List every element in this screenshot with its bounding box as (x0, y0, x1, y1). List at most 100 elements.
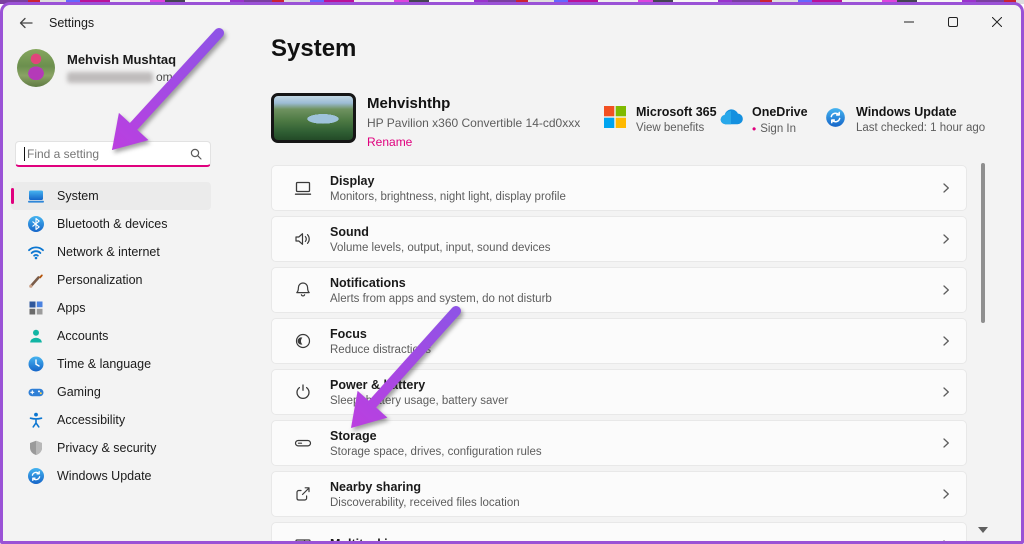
row-title: Focus (330, 326, 367, 341)
quick-link-subtitle: • Sign In (752, 122, 808, 136)
microsoft-logo-icon (603, 105, 627, 129)
row-notifications[interactable]: Notifications Alerts from apps and system… (271, 267, 967, 313)
maximize-button[interactable] (931, 5, 975, 39)
quick-link-subtitle: View benefits (636, 122, 705, 134)
search-icon (190, 148, 202, 160)
wifi-icon (27, 243, 45, 261)
quick-link-title: Windows Update (856, 105, 957, 119)
sidebar-item-label: Network & internet (57, 245, 160, 259)
back-arrow-icon (19, 17, 33, 29)
row-power-battery[interactable]: Power & battery Sleep, battery usage, bat… (271, 369, 967, 415)
bell-icon (292, 279, 314, 301)
row-subtitle: Alerts from apps and system, do not dist… (330, 292, 552, 305)
settings-window: Settings Mehvish Mushtaq om Find a setti… (0, 2, 1024, 544)
chevron-right-icon (940, 488, 952, 500)
row-subtitle: Volume levels, output, input, sound devi… (330, 241, 551, 254)
quick-link-title: Microsoft 365 (636, 105, 717, 119)
brush-icon (27, 271, 45, 289)
clock-icon (27, 355, 45, 373)
settings-list: Display Monitors, brightness, night light… (271, 165, 967, 541)
titlebar: Settings (3, 5, 1021, 41)
row-title: Nearby sharing (330, 479, 422, 494)
sidebar-item-label: Privacy & security (57, 441, 157, 455)
chevron-right-icon (940, 539, 952, 541)
windows-update-icon (27, 467, 45, 485)
sidebar-item-time-language[interactable]: Time & language (11, 350, 211, 378)
sidebar-item-label: Personalization (57, 273, 143, 287)
device-model: HP Pavilion x360 Convertible 14-cd0xxx (367, 116, 581, 130)
chevron-right-icon (940, 284, 952, 296)
sidebar-item-apps[interactable]: Apps (11, 294, 211, 322)
page-title: System (271, 35, 357, 62)
row-display[interactable]: Display Monitors, brightness, night light… (271, 165, 967, 211)
row-title: Storage (330, 428, 377, 443)
text-caret (24, 146, 25, 161)
row-focus[interactable]: Focus Reduce distractions (271, 318, 967, 364)
search-input[interactable]: Find a setting (15, 141, 211, 167)
sidebar-item-accessibility[interactable]: Accessibility (11, 406, 211, 434)
row-subtitle: Storage space, drives, configuration rul… (330, 445, 542, 458)
sidebar-item-privacy-security[interactable]: Privacy & security (11, 434, 211, 462)
shield-icon (27, 439, 45, 457)
chevron-right-icon (940, 386, 952, 398)
sign-in-label[interactable]: Sign In (760, 123, 796, 135)
sidebar-item-label: System (57, 189, 99, 203)
row-sound[interactable]: Sound Volume levels, output, input, sound… (271, 216, 967, 262)
chevron-right-icon (940, 182, 952, 194)
minimize-button[interactable] (887, 5, 931, 39)
sidebar-item-label: Gaming (57, 385, 101, 399)
sidebar: Mehvish Mushtaq om Find a setting System… (3, 41, 225, 541)
accessibility-person-icon (27, 411, 45, 429)
focus-icon (292, 330, 314, 352)
chevron-right-icon (940, 233, 952, 245)
back-button[interactable] (11, 11, 41, 35)
sidebar-item-label: Apps (57, 301, 86, 315)
sidebar-item-network-internet[interactable]: Network & internet (11, 238, 211, 266)
email-suffix: om (156, 70, 173, 84)
device-info: Mehvishthp HP Pavilion x360 Convertible … (367, 95, 580, 149)
bluetooth-icon (27, 215, 45, 233)
row-subtitle: Sleep, battery usage, battery saver (330, 394, 509, 407)
sidebar-item-personalization[interactable]: Personalization (11, 266, 211, 294)
sidebar-item-accounts[interactable]: Accounts (11, 322, 211, 350)
sidebar-item-label: Accounts (57, 329, 109, 343)
email-redacted (67, 71, 153, 83)
row-nearby-sharing[interactable]: Nearby sharing Discoverability, received … (271, 471, 967, 517)
person-icon (27, 327, 45, 345)
row-subtitle: Discoverability, received files location (330, 496, 520, 509)
row-title: Power & battery (330, 377, 426, 392)
quick-link-title: OneDrive (752, 105, 808, 119)
sidebar-item-label: Bluetooth & devices (57, 217, 168, 231)
sound-icon (292, 228, 314, 250)
sidebar-item-label: Accessibility (57, 413, 126, 427)
sidebar-item-system[interactable]: System (11, 182, 211, 210)
rename-link[interactable]: Rename (367, 135, 580, 149)
row-storage[interactable]: Storage Storage space, drives, configurat… (271, 420, 967, 466)
chevron-right-icon (940, 335, 952, 347)
scrollbar-down-arrow[interactable] (978, 527, 988, 533)
quick-link-onedrive[interactable]: OneDrive • Sign In (719, 105, 808, 136)
accent-bullet: • (752, 122, 757, 136)
row-title: Display (330, 173, 375, 188)
system-icon (27, 187, 45, 205)
onedrive-cloud-icon (719, 105, 743, 129)
multitasking-icon (292, 534, 314, 541)
sidebar-item-bluetooth-devices[interactable]: Bluetooth & devices (11, 210, 211, 238)
row-title: Multitasking (330, 537, 403, 542)
scrollbar-thumb[interactable] (981, 163, 985, 323)
storage-drive-icon (292, 432, 314, 454)
quick-link-microsoft-365[interactable]: Microsoft 365 View benefits (603, 105, 717, 134)
device-name: Mehvishthp (367, 95, 451, 112)
row-multitasking[interactable]: Multitasking (271, 522, 967, 541)
chevron-right-icon (940, 437, 952, 449)
sidebar-item-windows-update[interactable]: Windows Update (11, 462, 211, 490)
close-button[interactable] (975, 5, 1019, 39)
row-title: Sound (330, 224, 369, 239)
screenshot: Settings Mehvish Mushtaq om Find a setti… (0, 0, 1024, 544)
profile-email: om (67, 70, 176, 84)
quick-link-windows-update[interactable]: Windows Update Last checked: 1 hour ago (823, 105, 985, 134)
sidebar-item-gaming[interactable]: Gaming (11, 378, 211, 406)
profile-name: Mehvish Mushtaq (67, 52, 177, 67)
apps-grid-icon (27, 299, 45, 317)
account-profile[interactable]: Mehvish Mushtaq om (17, 49, 225, 87)
